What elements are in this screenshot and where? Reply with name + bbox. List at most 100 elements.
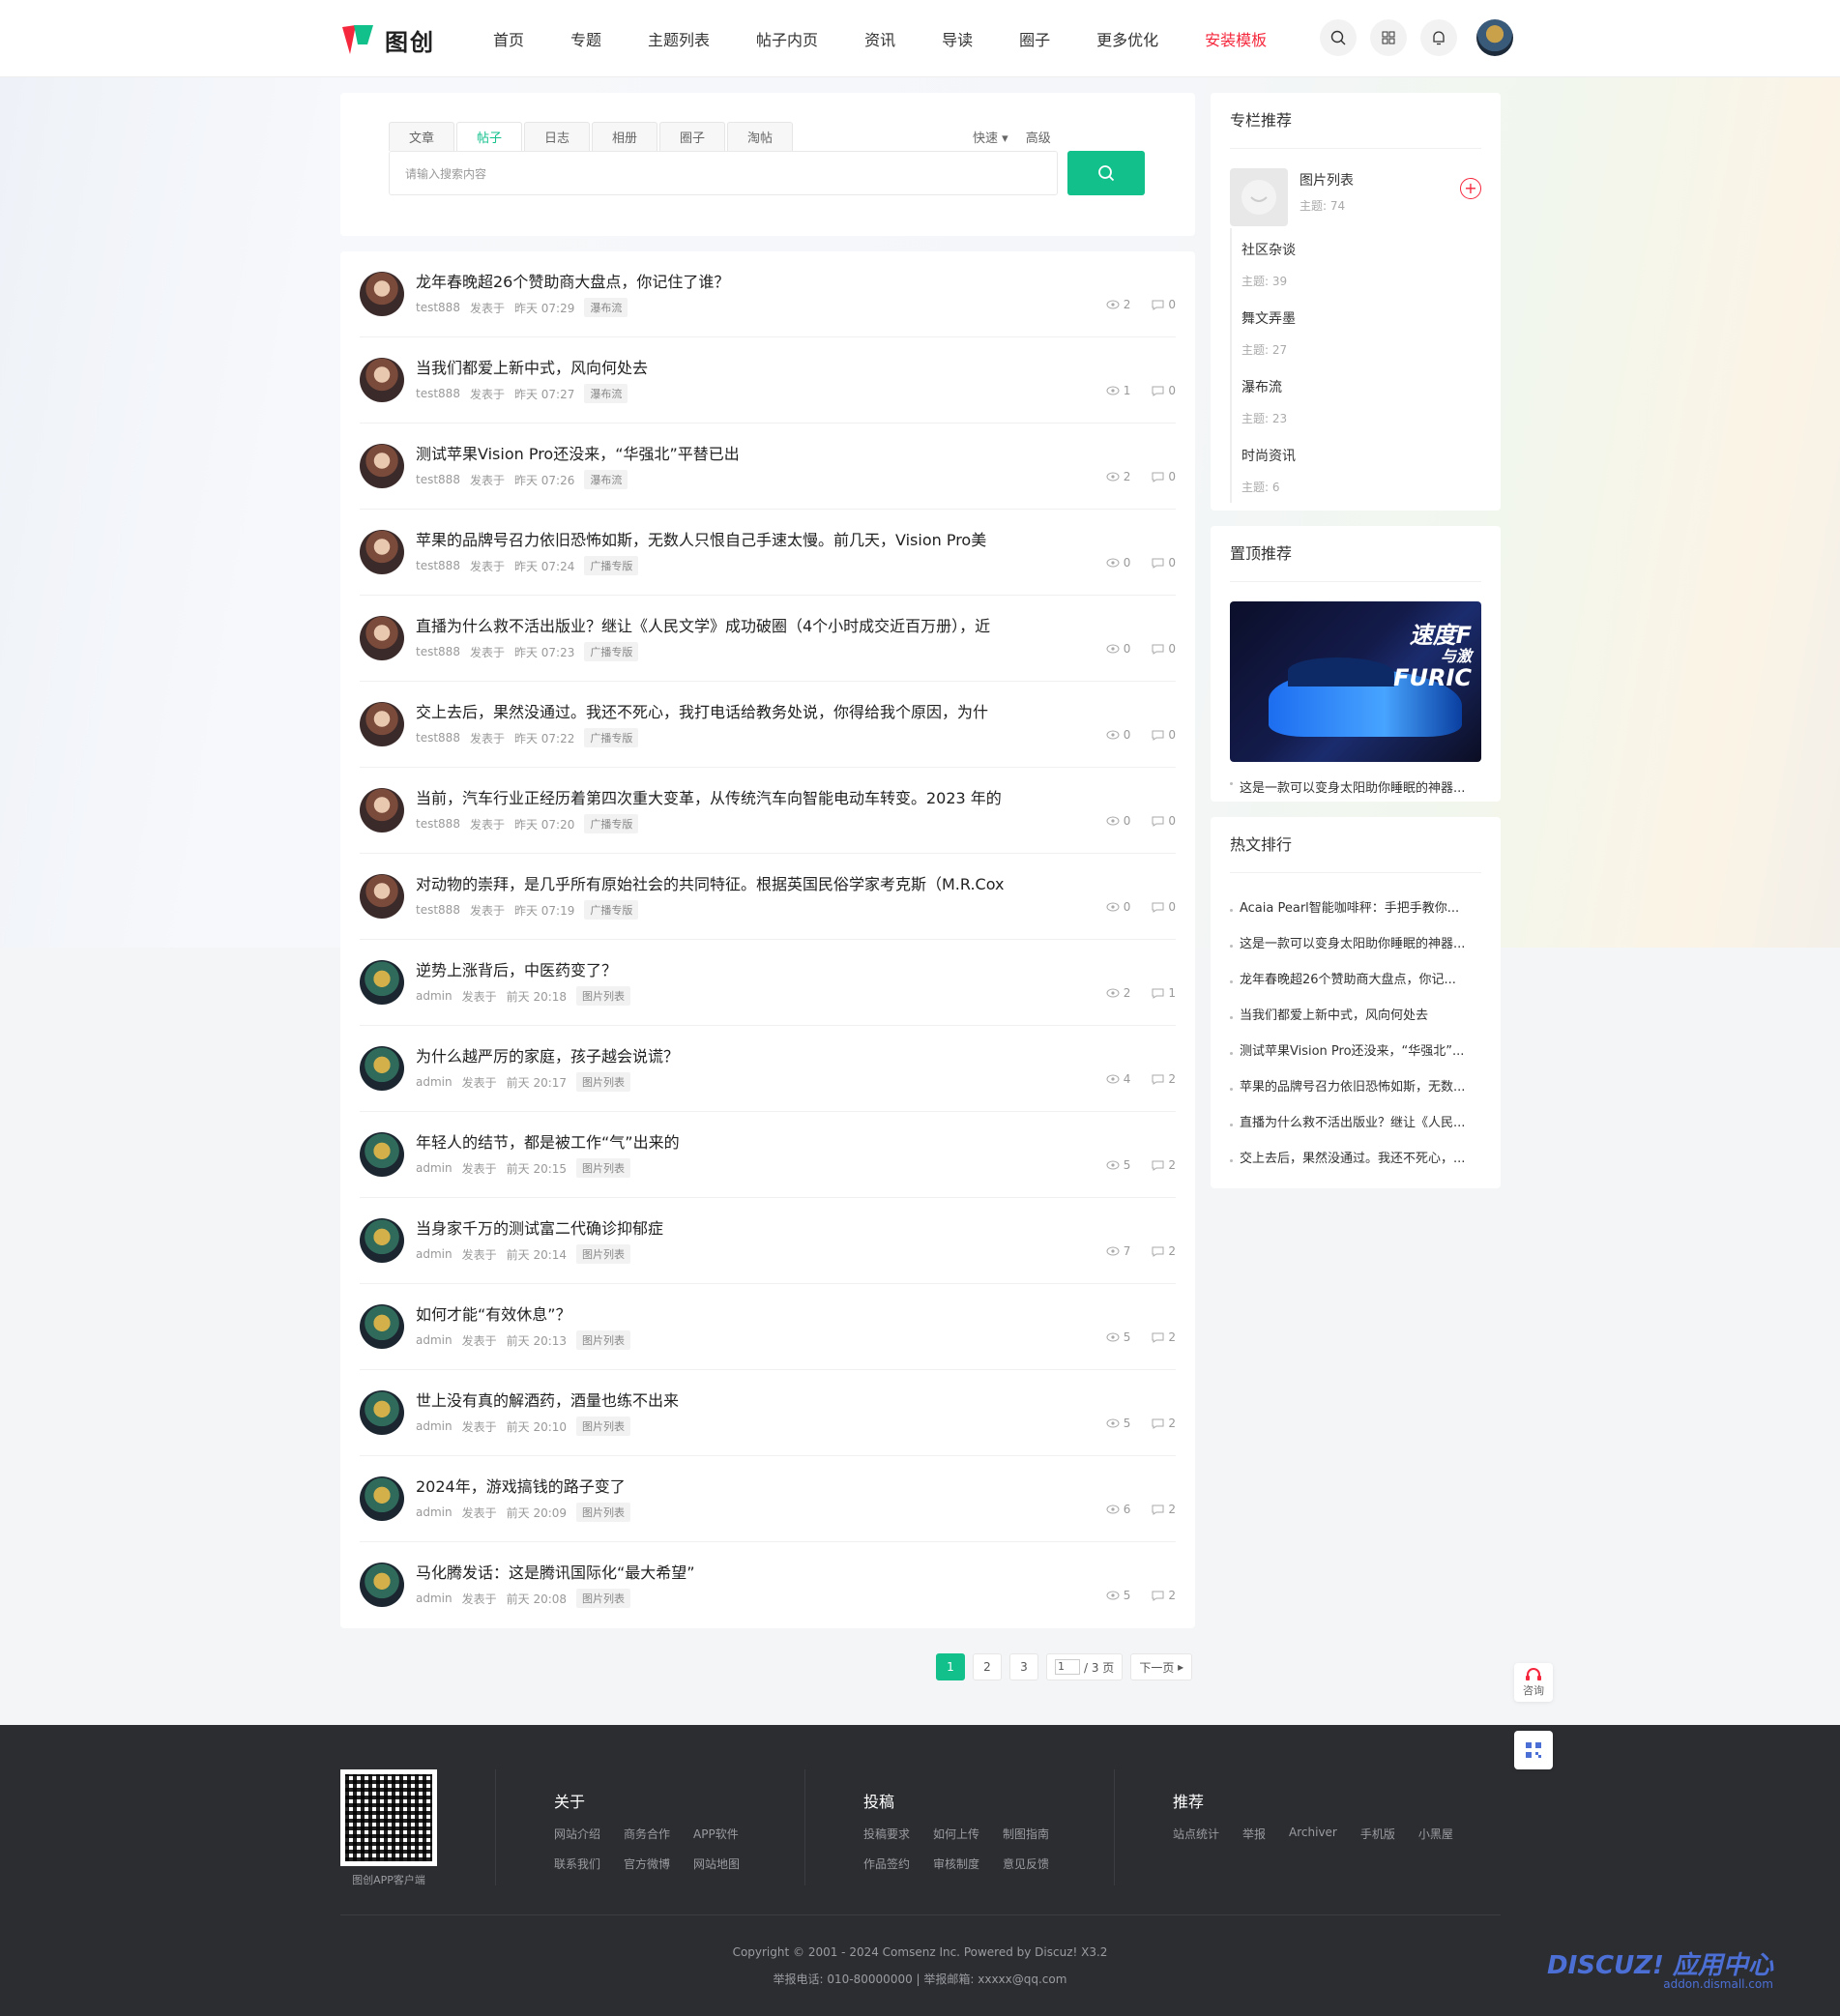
thread-author[interactable]: test888 xyxy=(416,731,460,745)
grid-icon[interactable] xyxy=(1370,19,1407,56)
hot-item[interactable]: 交上去后，果然没通过。我还不死心，... xyxy=(1230,1141,1481,1177)
thread-forum-tag[interactable]: 图片列表 xyxy=(576,986,631,1006)
thread-author[interactable]: admin xyxy=(416,1161,453,1175)
thread-title[interactable]: 当前，汽车行业正经历着第四次重大变革，从传统汽车向智能电动车转变。2023 年的 xyxy=(416,785,1002,808)
thread-forum-tag[interactable]: 广播专版 xyxy=(584,642,639,661)
page-3[interactable]: 3 xyxy=(1009,1653,1038,1680)
thread-forum-tag[interactable]: 瀑布流 xyxy=(584,298,628,317)
thread-row[interactable]: 当前，汽车行业正经历着第四次重大变革，从传统汽车向智能电动车转变。2023 年的… xyxy=(360,768,1176,854)
thread-row[interactable]: 交上去后，果然没通过。我还不死心，我打电话给教务处说，你得给我个原因，为什 tes… xyxy=(360,682,1176,768)
thread-row[interactable]: 如何才能“有效休息”？ admin 发表于 前天 20:13 图片列表 5 2 xyxy=(360,1284,1176,1370)
user-avatar[interactable] xyxy=(1476,19,1513,56)
hot-item[interactable]: 龙年春晚超26个赞助商大盘点，你记... xyxy=(1230,962,1481,998)
thread-title[interactable]: 对动物的崇拜，是几乎所有原始社会的共同特征。根据英国民俗学家考克斯（M.R.Co… xyxy=(416,871,1004,894)
quick-search-dropdown[interactable]: 快速 ▾ xyxy=(973,128,1008,146)
page-jump-input[interactable]: 1 xyxy=(1055,1659,1080,1675)
footer-link[interactable]: 举报 xyxy=(1242,1826,1266,1842)
thread-title[interactable]: 逆势上涨背后，中医药变了？ xyxy=(416,957,617,980)
thread-row[interactable]: 龙年春晚超26个赞助商大盘点，你记住了谁？ test888 发表于 昨天 07:29 瀑… xyxy=(360,251,1176,337)
thread-row[interactable]: 世上没有真的解酒药，酒量也练不出来 admin 发表于 前天 20:10 图片列表 5 2 xyxy=(360,1370,1176,1456)
column-item[interactable]: 瀑布流 主题: 23 xyxy=(1230,365,1481,434)
tab-article[interactable]: 文章 xyxy=(389,122,454,151)
author-avatar[interactable] xyxy=(360,1218,404,1263)
thread-title[interactable]: 马化腾发话：这是腾讯国际化“最大希望” xyxy=(416,1560,695,1583)
thread-row[interactable]: 当身家千万的测试富二代确诊抑郁症 admin 发表于 前天 20:14 图片列表 7 2 xyxy=(360,1198,1176,1284)
thread-author[interactable]: admin xyxy=(416,1247,453,1261)
thread-forum-tag[interactable]: 图片列表 xyxy=(576,1158,631,1178)
search-button[interactable] xyxy=(1067,151,1145,195)
advanced-search-link[interactable]: 高级 xyxy=(1026,128,1051,146)
author-avatar[interactable] xyxy=(360,1563,404,1607)
thread-author[interactable]: admin xyxy=(416,1333,453,1347)
column-item[interactable]: 时尚资讯 主题: 6 xyxy=(1230,434,1481,503)
tab-blog[interactable]: 日志 xyxy=(524,122,590,151)
thread-row[interactable]: 测试苹果Vision Pro还没来，“华强北”平替已出 test888 发表于 昨天 … xyxy=(360,424,1176,510)
thread-title[interactable]: 当身家千万的测试富二代确诊抑郁症 xyxy=(416,1215,663,1239)
hot-item[interactable]: 这是一款可以变身太阳助你睡眠的神器... xyxy=(1230,926,1481,962)
thread-title[interactable]: 直播为什么救不活出版业？继让《人民文学》成功破圈（4个小时成交近百万册），近 xyxy=(416,613,990,636)
thread-title[interactable]: 年轻人的结节，都是被工作“气”出来的 xyxy=(416,1129,680,1153)
thread-author[interactable]: admin xyxy=(416,1419,453,1433)
footer-link[interactable]: 商务合作 xyxy=(624,1826,670,1842)
thread-author[interactable]: test888 xyxy=(416,387,460,400)
footer-link[interactable]: 审核制度 xyxy=(933,1855,979,1872)
thread-row[interactable]: 2024年，游戏搞钱的路子变了 admin 发表于 前天 20:09 图片列表 6 2 xyxy=(360,1456,1176,1542)
thread-author[interactable]: test888 xyxy=(416,645,460,658)
thread-author[interactable]: test888 xyxy=(416,301,460,314)
thread-title[interactable]: 当我们都爱上新中式，风向何处去 xyxy=(416,355,648,378)
thread-title[interactable]: 如何才能“有效休息”？ xyxy=(416,1301,571,1325)
footer-link[interactable]: 联系我们 xyxy=(554,1855,600,1872)
thread-forum-tag[interactable]: 广播专版 xyxy=(584,814,639,833)
author-avatar[interactable] xyxy=(360,874,404,919)
footer-link[interactable]: Archiver xyxy=(1289,1826,1337,1842)
thread-title[interactable]: 为什么越严厉的家庭，孩子越会说谎？ xyxy=(416,1043,679,1066)
footer-link[interactable]: 网站介绍 xyxy=(554,1826,600,1842)
footer-link[interactable]: 站点统计 xyxy=(1173,1826,1219,1842)
column-item[interactable]: 社区杂谈 主题: 39 xyxy=(1230,228,1481,297)
thread-forum-tag[interactable]: 瀑布流 xyxy=(584,470,628,489)
column-item[interactable]: 舞文弄墨 主题: 27 xyxy=(1230,297,1481,365)
nav-circles[interactable]: 圈子 xyxy=(1019,27,1050,50)
thread-forum-tag[interactable]: 图片列表 xyxy=(576,1503,631,1522)
nav-guide[interactable]: 导读 xyxy=(942,27,973,50)
thread-author[interactable]: test888 xyxy=(416,559,460,572)
thread-row[interactable]: 直播为什么救不活出版业？继让《人民文学》成功破圈（4个小时成交近百万册），近 te… xyxy=(360,596,1176,682)
thread-forum-tag[interactable]: 广播专版 xyxy=(584,728,639,747)
thread-row[interactable]: 对动物的崇拜，是几乎所有原始社会的共同特征。根据英国民俗学家考克斯（M.R.Co… xyxy=(360,854,1176,940)
thread-title[interactable]: 2024年，游戏搞钱的路子变了 xyxy=(416,1474,626,1497)
thread-title[interactable]: 交上去后，果然没通过。我还不死心，我打电话给教务处说，你得给我个原因，为什 xyxy=(416,699,988,722)
author-avatar[interactable] xyxy=(360,272,404,316)
qrcode-button[interactable] xyxy=(1514,1731,1553,1769)
footer-link[interactable]: APP软件 xyxy=(693,1826,739,1842)
footer-link[interactable]: 手机版 xyxy=(1360,1826,1395,1842)
thread-author[interactable]: admin xyxy=(416,1075,453,1089)
nav-more[interactable]: 更多优化 xyxy=(1096,27,1158,50)
author-avatar[interactable] xyxy=(360,1476,404,1521)
site-logo[interactable]: 图创 xyxy=(340,21,435,58)
footer-link[interactable]: 小黑屋 xyxy=(1418,1826,1453,1842)
thread-forum-tag[interactable]: 图片列表 xyxy=(576,1417,631,1436)
thread-author[interactable]: test888 xyxy=(416,473,460,486)
next-page-button[interactable]: 下一页 ▸ xyxy=(1130,1653,1193,1680)
thread-forum-tag[interactable]: 图片列表 xyxy=(576,1072,631,1092)
tab-album[interactable]: 相册 xyxy=(592,122,657,151)
thread-row[interactable]: 当我们都爱上新中式，风向何处去 test888 发表于 昨天 07:27 瀑布流 1 0 xyxy=(360,337,1176,424)
thread-title[interactable]: 龙年春晚超26个赞助商大盘点，你记住了谁？ xyxy=(416,269,729,292)
tab-collection[interactable]: 淘帖 xyxy=(727,122,793,151)
thread-forum-tag[interactable]: 图片列表 xyxy=(576,1330,631,1350)
footer-link[interactable]: 意见反馈 xyxy=(1003,1855,1049,1872)
thread-forum-tag[interactable]: 瀑布流 xyxy=(584,384,628,403)
hot-item[interactable]: 苹果的品牌号召力依旧恐怖如斯，无数... xyxy=(1230,1069,1481,1105)
bell-icon[interactable] xyxy=(1420,19,1457,56)
footer-link[interactable]: 制图指南 xyxy=(1003,1826,1049,1842)
thread-row[interactable]: 逆势上涨背后，中医药变了？ admin 发表于 前天 20:18 图片列表 2 1 xyxy=(360,940,1176,1026)
author-avatar[interactable] xyxy=(360,444,404,488)
thread-forum-tag[interactable]: 图片列表 xyxy=(576,1589,631,1608)
thread-author[interactable]: admin xyxy=(416,989,453,1003)
hot-item[interactable]: Acaia Pearl智能咖啡秤：手把手教你... xyxy=(1230,891,1481,926)
thread-forum-tag[interactable]: 广播专版 xyxy=(584,900,639,920)
tab-thread[interactable]: 帖子 xyxy=(456,122,522,151)
hot-item[interactable]: 当我们都爱上新中式，风向何处去 xyxy=(1230,998,1481,1034)
page-1[interactable]: 1 xyxy=(936,1653,965,1680)
thread-author[interactable]: test888 xyxy=(416,817,460,831)
